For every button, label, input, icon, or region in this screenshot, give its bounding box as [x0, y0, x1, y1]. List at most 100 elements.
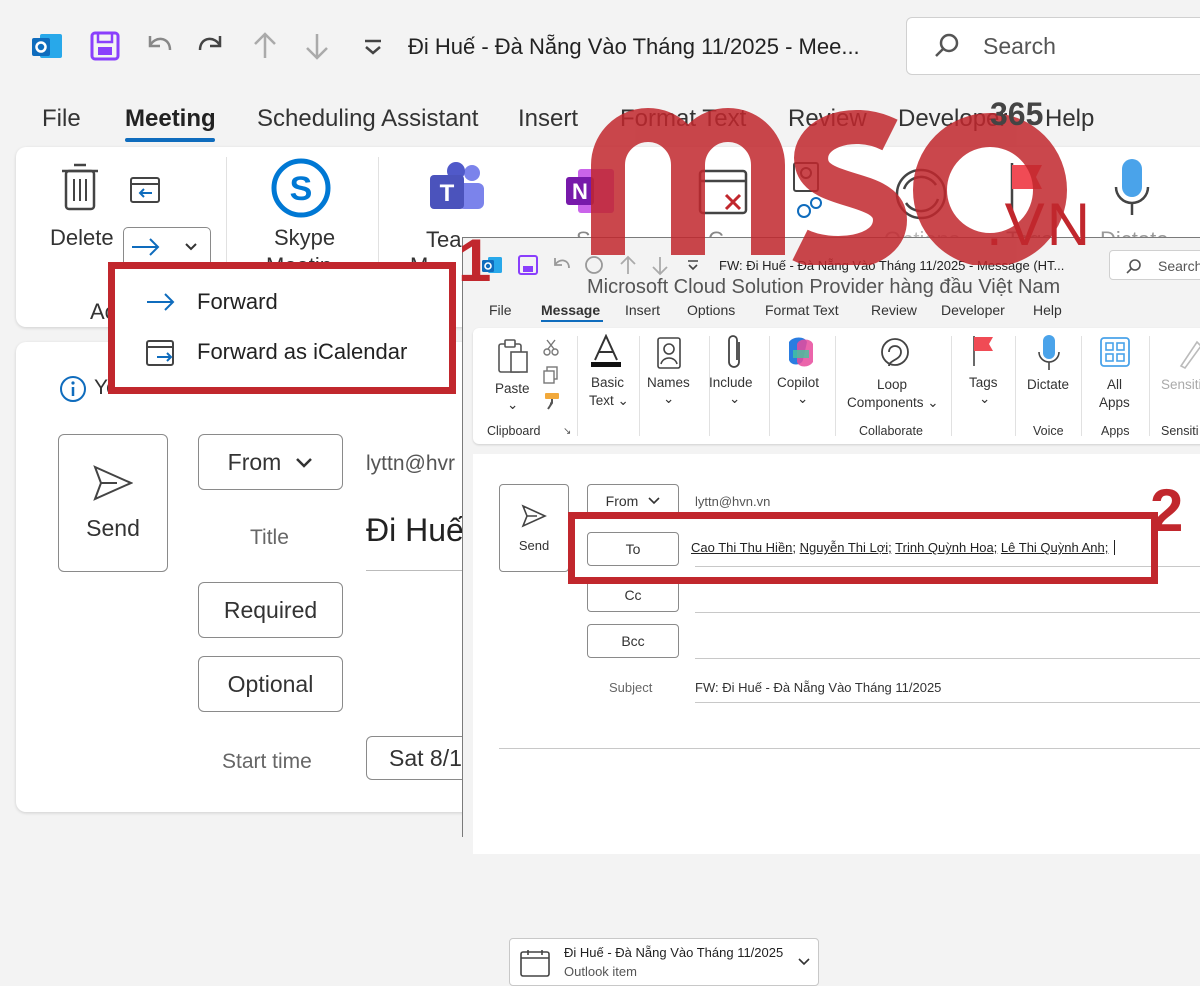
- tags-button[interactable]: Tags: [969, 374, 998, 391]
- paperclip-icon[interactable]: [725, 334, 747, 370]
- tab-review[interactable]: Review: [871, 302, 917, 318]
- tab-scheduling-assistant[interactable]: Scheduling Assistant: [257, 105, 478, 133]
- save-icon[interactable]: [88, 28, 122, 64]
- start-date-picker[interactable]: Sat 8/1: [366, 736, 476, 780]
- copilot-button[interactable]: Copilot: [777, 374, 819, 391]
- tab-format-text[interactable]: Format Text: [765, 302, 839, 318]
- loop-icon[interactable]: [877, 336, 913, 372]
- forward-arrow-icon: [130, 236, 162, 258]
- names-button[interactable]: Names: [647, 374, 690, 391]
- teams-meeting-label[interactable]: Tea: [426, 227, 461, 253]
- tab-meeting[interactable]: Meeting: [125, 105, 216, 133]
- chevron-down-icon[interactable]: [798, 957, 810, 967]
- arrow-down-icon[interactable]: [300, 28, 334, 64]
- from-button[interactable]: From: [198, 434, 343, 490]
- tab-insert[interactable]: Insert: [625, 302, 660, 318]
- forward-split-button[interactable]: [123, 227, 211, 267]
- active-tab-indicator: [125, 138, 215, 142]
- skype-meeting-label[interactable]: Skype: [274, 225, 335, 251]
- undo-icon[interactable]: [551, 254, 573, 276]
- font-color-icon[interactable]: [589, 334, 623, 368]
- step-number-1: 1: [458, 227, 492, 294]
- ribbon-divider: [639, 336, 640, 436]
- calendar-reply-icon[interactable]: [128, 173, 162, 205]
- forward-dropdown-menu: Forward Forward as iCalendar: [108, 262, 456, 394]
- tab-message[interactable]: Message: [541, 302, 600, 318]
- microphone-icon[interactable]: [1037, 334, 1061, 372]
- arrow-down-icon[interactable]: [649, 254, 671, 276]
- brand-number: 365: [990, 96, 1044, 132]
- sensitivity-button[interactable]: Sensiti: [1161, 376, 1200, 393]
- teams-icon[interactable]: T: [428, 161, 488, 217]
- copy-icon[interactable]: [543, 366, 559, 384]
- ribbon-divider: [1081, 336, 1082, 436]
- tab-insert[interactable]: Insert: [518, 105, 578, 133]
- from-label: From: [227, 448, 282, 475]
- tab-file[interactable]: File: [489, 302, 512, 318]
- attachment-card[interactable]: Đi Huế - Đà Nẵng Vào Tháng 11/2025 Outlo…: [509, 938, 819, 986]
- message-window-title: FW: Đi Huế - Đà Nẵng Vào Tháng 11/2025 -…: [719, 258, 1065, 273]
- send-button[interactable]: Send: [499, 484, 569, 572]
- loop-components-label-2: Components ⌄: [847, 395, 939, 410]
- redo-icon[interactable]: [194, 28, 228, 64]
- sensitivity-icon[interactable]: [1177, 336, 1200, 370]
- message-search-box[interactable]: Search: [1109, 250, 1200, 280]
- paste-button[interactable]: Paste: [495, 380, 530, 397]
- copilot-icon[interactable]: [783, 334, 819, 370]
- customize-qat-icon[interactable]: [685, 256, 701, 274]
- required-button[interactable]: Required: [198, 582, 343, 638]
- tab-help[interactable]: Help: [1045, 105, 1094, 133]
- tab-format-text[interactable]: Format Text: [620, 105, 746, 133]
- search-box[interactable]: Search: [906, 17, 1200, 75]
- include-button[interactable]: Include: [709, 374, 753, 391]
- arrow-up-icon[interactable]: [248, 28, 282, 64]
- tab-review[interactable]: Review: [788, 105, 867, 133]
- bcc-button[interactable]: Bcc: [587, 624, 679, 658]
- onenote-icon[interactable]: N: [564, 165, 616, 217]
- address-book-icon[interactable]: [655, 336, 683, 370]
- skype-icon[interactable]: S: [270, 157, 332, 219]
- delete-icon[interactable]: [60, 161, 100, 213]
- calendar-forward-icon: [145, 337, 179, 367]
- save-icon[interactable]: [517, 254, 539, 276]
- loop-components-button[interactable]: Loop: [877, 376, 907, 393]
- outlook-icon: [30, 28, 64, 64]
- paste-icon[interactable]: [497, 338, 529, 374]
- redo-icon[interactable]: [583, 254, 605, 276]
- format-painter-icon[interactable]: [543, 392, 561, 410]
- tab-help[interactable]: Help: [1033, 302, 1062, 318]
- sync-icon[interactable]: [890, 163, 952, 225]
- search-icon: [1126, 258, 1142, 274]
- menu-item-forward-icalendar-label: Forward as iCalendar: [197, 339, 408, 364]
- tab-options[interactable]: Options: [687, 302, 735, 318]
- arrow-up-icon[interactable]: [617, 254, 639, 276]
- menu-item-forward[interactable]: Forward: [145, 289, 278, 315]
- tab-developer[interactable]: Developer: [941, 302, 1005, 318]
- send-button[interactable]: Send: [58, 434, 168, 572]
- title-input[interactable]: Đi Huế: [366, 512, 464, 549]
- subject-input[interactable]: FW: Đi Huế - Đà Nẵng Vào Tháng 11/2025: [695, 680, 941, 695]
- all-apps-icon[interactable]: [1099, 336, 1131, 368]
- svg-text:S: S: [290, 170, 313, 208]
- address-book-icon[interactable]: [790, 159, 824, 223]
- cut-icon[interactable]: [543, 338, 559, 356]
- dialog-launcher-icon[interactable]: ↘: [563, 426, 571, 437]
- basic-text-button[interactable]: Basic: [591, 374, 624, 391]
- all-apps-button[interactable]: All: [1107, 376, 1122, 393]
- tab-file[interactable]: File: [42, 105, 81, 133]
- clipboard-group-label: Clipboard: [487, 424, 541, 438]
- cancel-meeting-icon[interactable]: [696, 163, 752, 219]
- subject-underline: [695, 702, 1200, 703]
- menu-item-forward-icalendar[interactable]: Forward as iCalendar: [145, 337, 407, 367]
- delete-button[interactable]: Delete: [50, 225, 114, 251]
- customize-qat-icon[interactable]: [356, 28, 390, 64]
- optional-button[interactable]: Optional: [198, 656, 343, 712]
- dictate-button[interactable]: Dictate: [1027, 376, 1069, 393]
- undo-icon[interactable]: [142, 28, 176, 64]
- to-field-highlight: [568, 512, 1158, 584]
- brand-suffix: .VN: [986, 191, 1093, 258]
- flag-icon[interactable]: [971, 334, 997, 368]
- apps-group-label: Apps: [1101, 424, 1130, 438]
- send-label: Send: [86, 514, 140, 541]
- microphone-icon[interactable]: [1112, 157, 1152, 219]
